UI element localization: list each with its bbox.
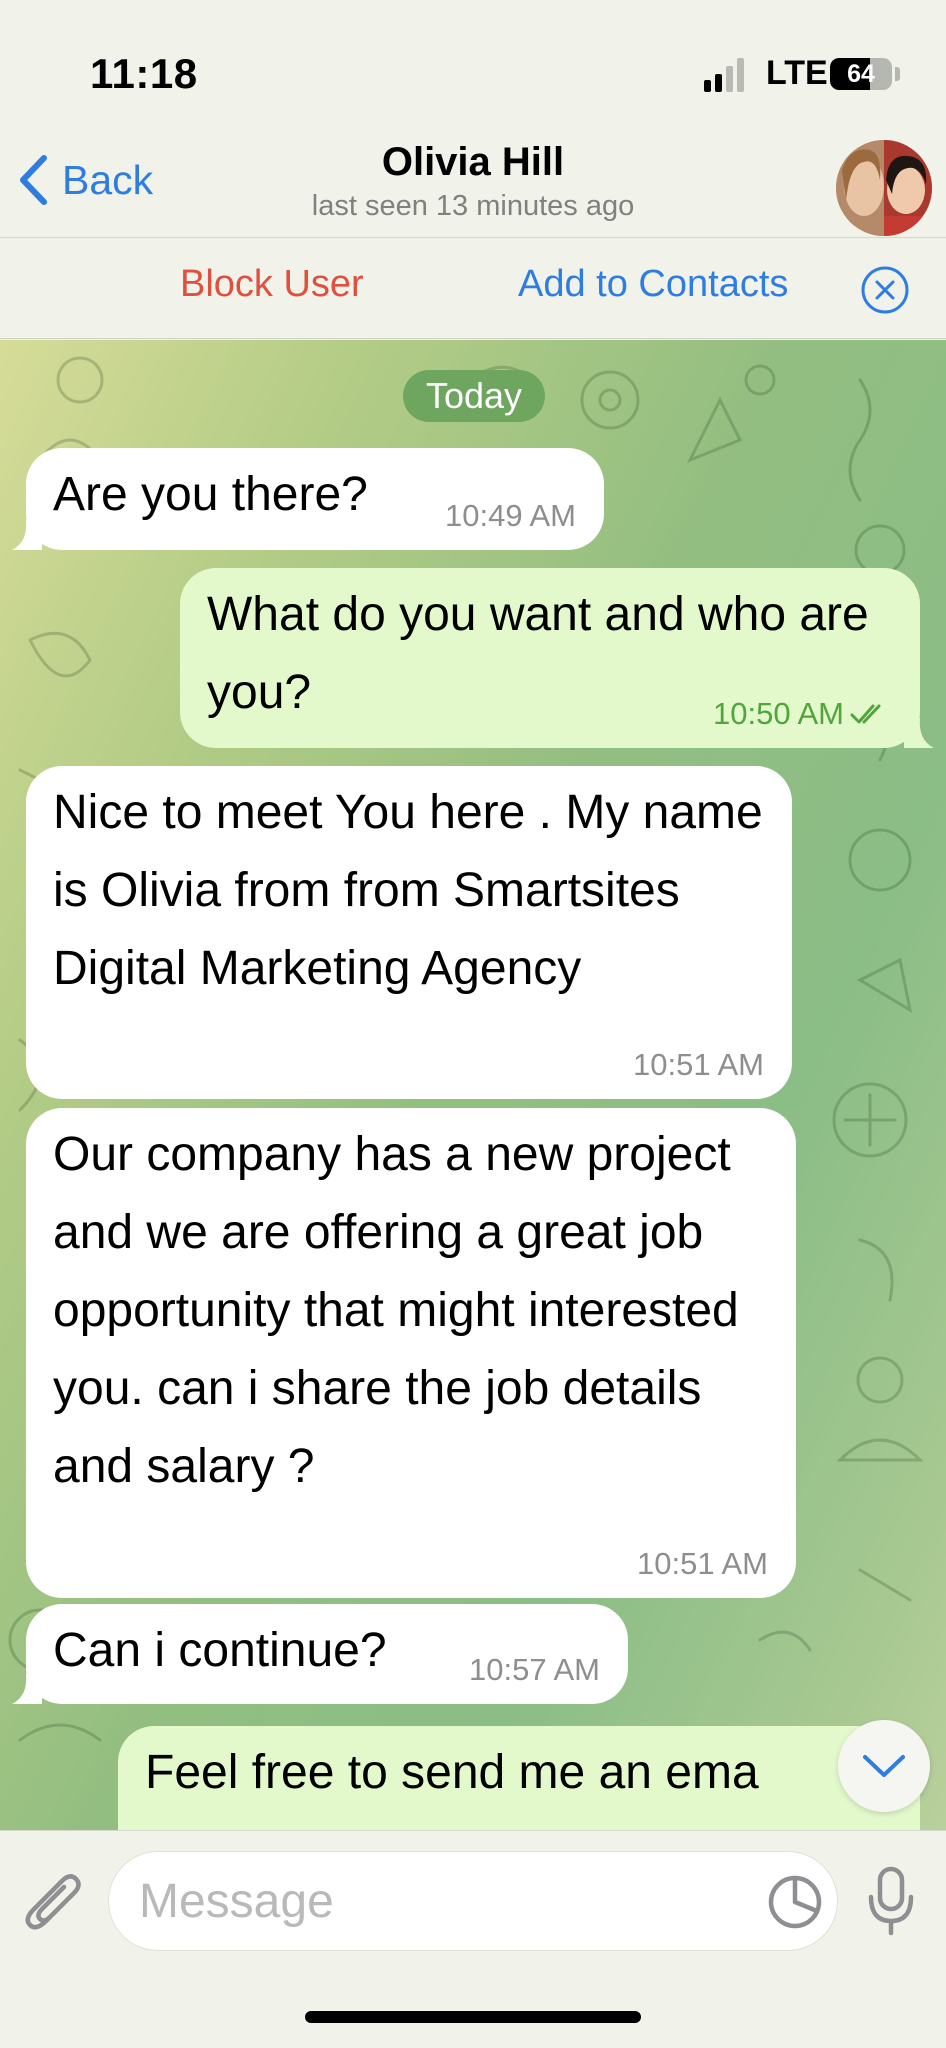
- incoming-message[interactable]: Our company has a new project and we are…: [26, 1108, 796, 1598]
- avatar-photo: [836, 140, 932, 236]
- message-time: 10:57 AM: [469, 1652, 600, 1687]
- last-seen-status: last seen 13 minutes ago: [311, 190, 635, 222]
- message-time: 10:51 AM: [633, 1047, 764, 1082]
- message-text: Can i continue?: [53, 1624, 387, 1677]
- home-indicator: [305, 2011, 641, 2023]
- message-list[interactable]: Today Are you there? 10:49 AM What do yo…: [0, 340, 946, 1830]
- contact-action-bar: Block User Add to Contacts: [0, 239, 946, 339]
- battery-cap: [895, 67, 900, 81]
- message-text: Are you there?: [53, 468, 368, 521]
- add-to-contacts-button[interactable]: Add to Contacts: [518, 263, 788, 306]
- message-input[interactable]: [108, 1851, 838, 1951]
- block-user-button[interactable]: Block User: [180, 263, 364, 306]
- bubble-tail: [12, 520, 42, 550]
- date-separator: Today: [403, 370, 545, 422]
- message-text: Nice to meet You here . My name is Olivi…: [53, 786, 763, 995]
- network-type: LTE: [766, 54, 828, 92]
- outgoing-message[interactable]: Feel free to send me an ema: [118, 1726, 920, 1830]
- bubble-tail: [12, 1674, 42, 1704]
- outgoing-message[interactable]: What do you want and who are you? 10:50 …: [180, 568, 934, 748]
- signal-strength-icon: [704, 58, 744, 92]
- avatar[interactable]: [836, 140, 932, 236]
- chevron-down-icon: [863, 1755, 905, 1777]
- incoming-message[interactable]: Are you there? 10:49 AM: [12, 448, 604, 550]
- close-icon[interactable]: [860, 265, 910, 315]
- message-time: 10:49 AM: [445, 498, 576, 533]
- message-time: 10:50 AM: [713, 696, 844, 731]
- bubble-tail: [904, 718, 934, 748]
- message-time-group: 10:50 AM: [713, 696, 892, 732]
- double-check-icon: [850, 704, 881, 724]
- incoming-message[interactable]: Can i continue? 10:57 AM: [12, 1604, 628, 1704]
- status-time: 11:18: [90, 50, 198, 97]
- status-bar: 11:18 LTE 64: [0, 0, 946, 140]
- scroll-to-bottom-button[interactable]: [838, 1720, 930, 1812]
- chat-header: Back Olivia Hill last seen 13 minutes ag…: [0, 140, 946, 238]
- battery-icon: 64: [830, 58, 892, 90]
- contact-name[interactable]: Olivia Hill: [0, 140, 946, 185]
- message-time: 10:51 AM: [637, 1546, 768, 1581]
- message-text: Feel free to send me an ema: [145, 1746, 759, 1799]
- message-composer: [0, 1830, 946, 2048]
- incoming-message[interactable]: Nice to meet You here . My name is Olivi…: [26, 766, 792, 1099]
- message-text: Our company has a new project and we are…: [53, 1128, 739, 1493]
- microphone-icon[interactable]: [866, 1865, 916, 1937]
- battery-level: 64: [847, 60, 875, 88]
- sticker-icon[interactable]: [766, 1873, 824, 1931]
- paperclip-icon[interactable]: [22, 1867, 86, 1937]
